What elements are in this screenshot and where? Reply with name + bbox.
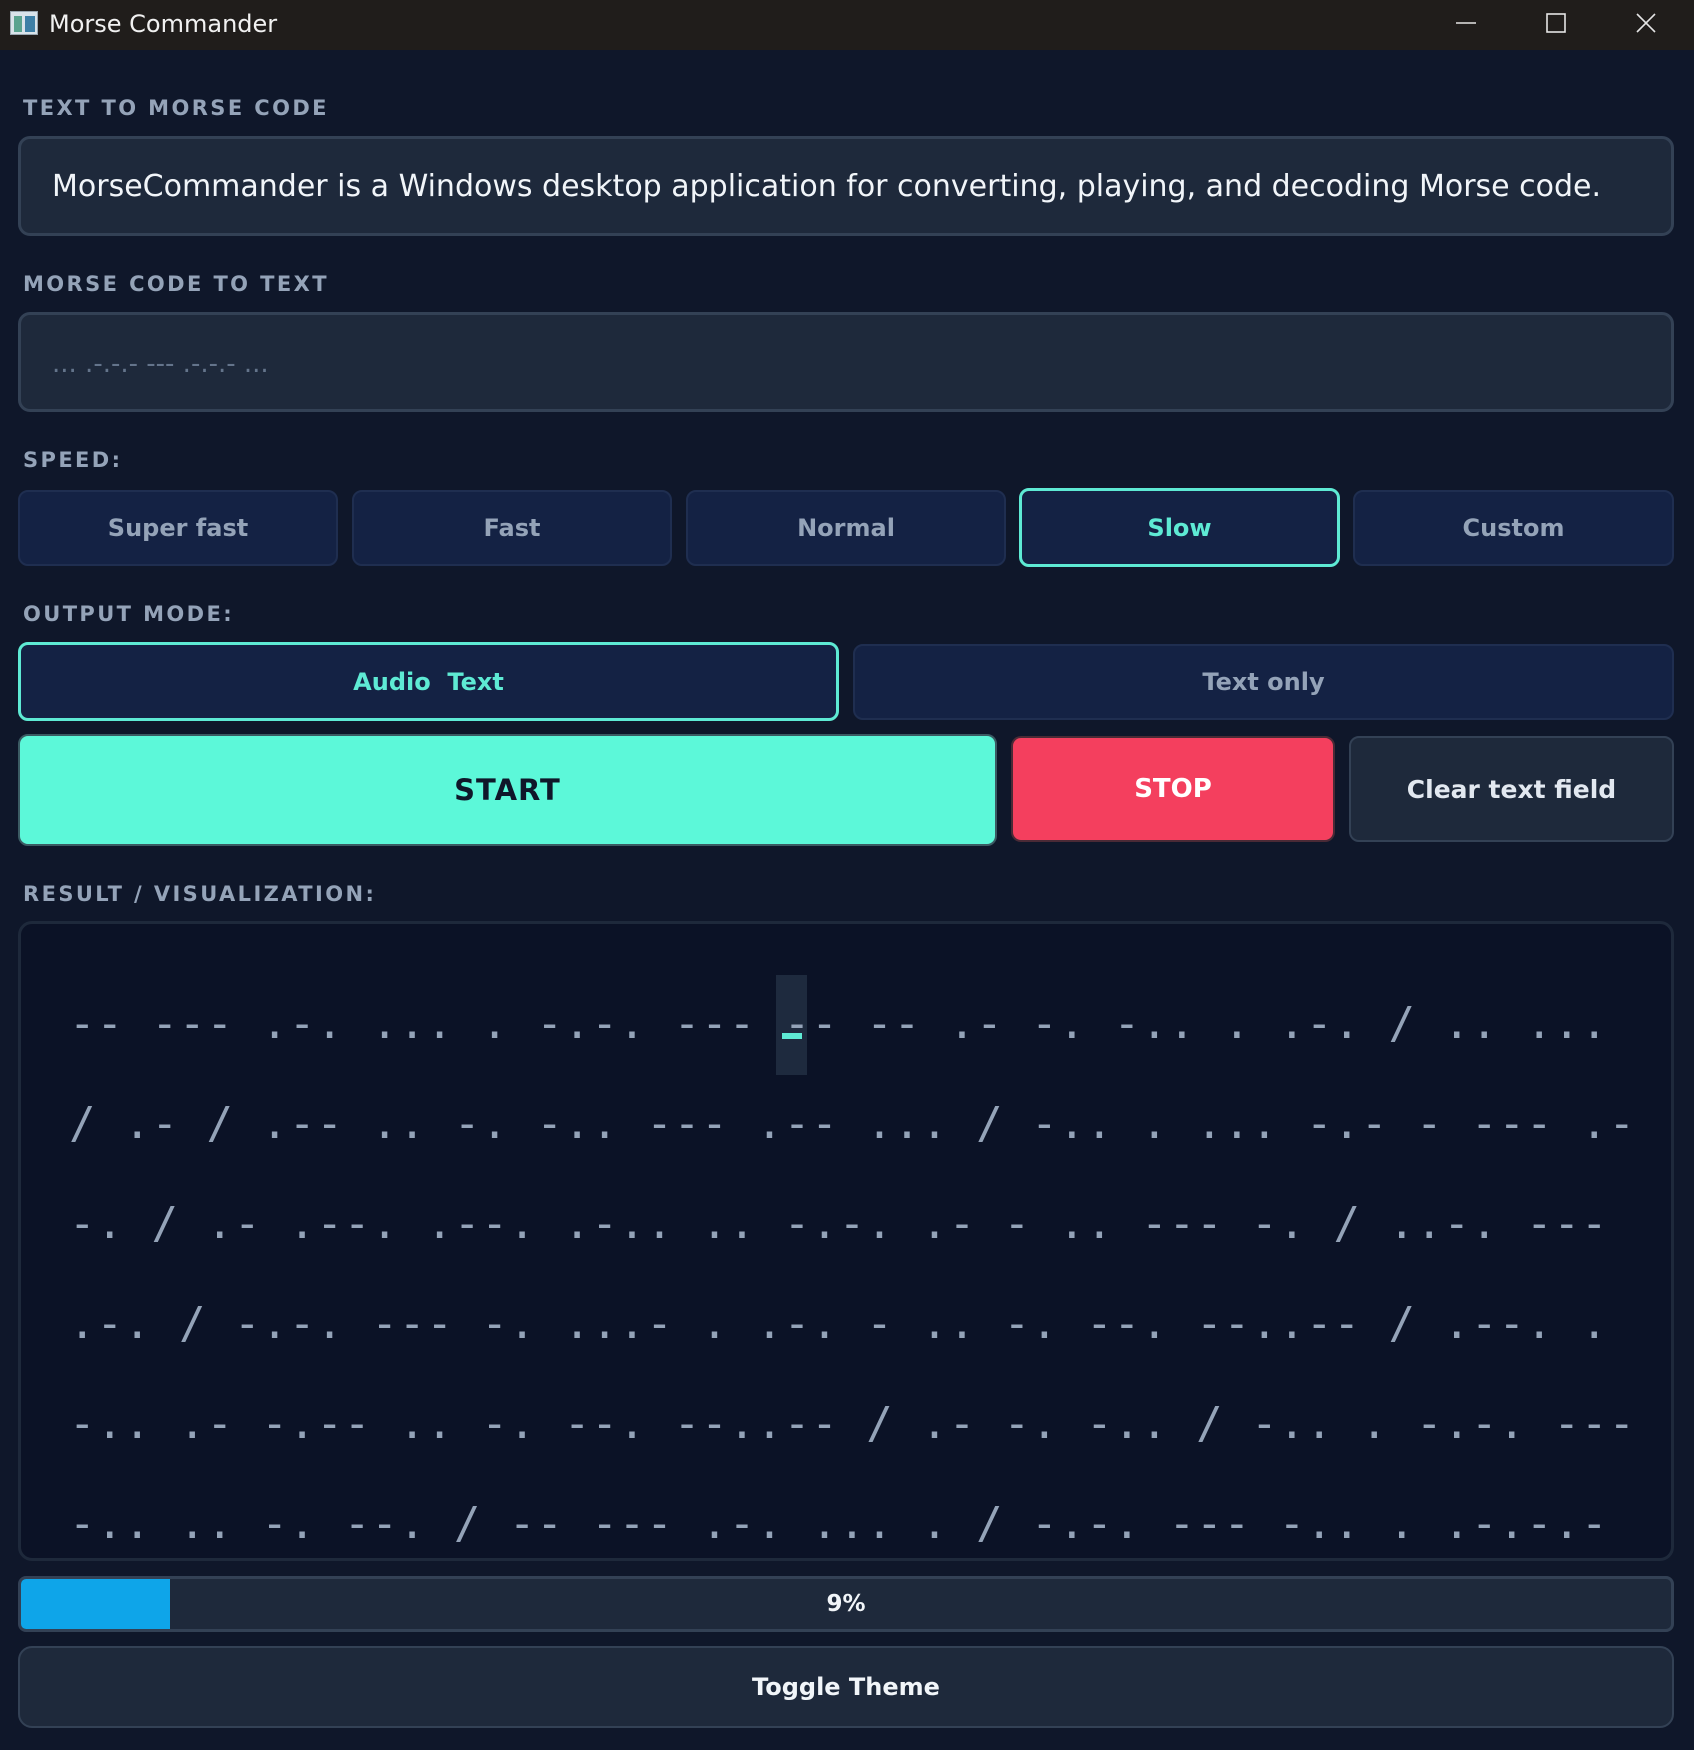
speed-custom-button[interactable]: Custom <box>1353 490 1674 566</box>
speed-fast-button[interactable]: Fast <box>352 490 672 566</box>
stop-button[interactable]: STOP <box>1011 736 1335 842</box>
speed-super-fast-button[interactable]: Super fast <box>18 490 338 566</box>
morse-to-text-label: MORSE CODE TO TEXT <box>23 272 329 296</box>
text-to-morse-field[interactable] <box>18 136 1674 236</box>
text-to-morse-label: TEXT TO MORSE CODE <box>23 96 329 120</box>
minimize-icon <box>1456 22 1476 24</box>
output-audio-text-button[interactable]: Audio Text <box>18 642 839 721</box>
window-title: Morse Commander <box>49 10 278 38</box>
morse-to-text-field[interactable] <box>18 312 1674 412</box>
clear-text-field-button[interactable]: Clear text field <box>1349 736 1674 842</box>
app-icon <box>10 11 38 35</box>
result-label: RESULT / VISUALIZATION: <box>23 882 377 906</box>
output-text-only-button[interactable]: Text only <box>853 644 1674 720</box>
result-visualization: -- --- .-. ... . -.-. --- -- -- .- -. -.… <box>18 921 1674 1561</box>
minimize-button[interactable] <box>1421 0 1511 46</box>
maximize-button[interactable] <box>1511 0 1601 46</box>
progress-text: 9% <box>826 1591 866 1617</box>
toggle-theme-button[interactable]: Toggle Theme <box>18 1646 1674 1728</box>
morse-output-text: -- --- .-. ... . -.-. --- -- -- .- -. -.… <box>69 998 1664 1549</box>
start-button[interactable]: START <box>18 734 997 846</box>
title-bar: Morse Commander <box>0 0 1694 50</box>
close-button[interactable] <box>1601 0 1691 46</box>
progress-bar: 9% <box>18 1576 1674 1632</box>
close-icon <box>1636 13 1656 33</box>
text-to-morse-input[interactable] <box>50 167 1642 205</box>
speed-normal-button[interactable]: Normal <box>686 490 1006 566</box>
maximize-icon <box>1546 13 1566 33</box>
output-mode-label: OUTPUT MODE: <box>23 602 235 626</box>
speed-slow-button[interactable]: Slow <box>1019 488 1340 567</box>
morse-to-text-input[interactable] <box>50 343 1642 381</box>
speed-label: SPEED: <box>23 448 123 472</box>
